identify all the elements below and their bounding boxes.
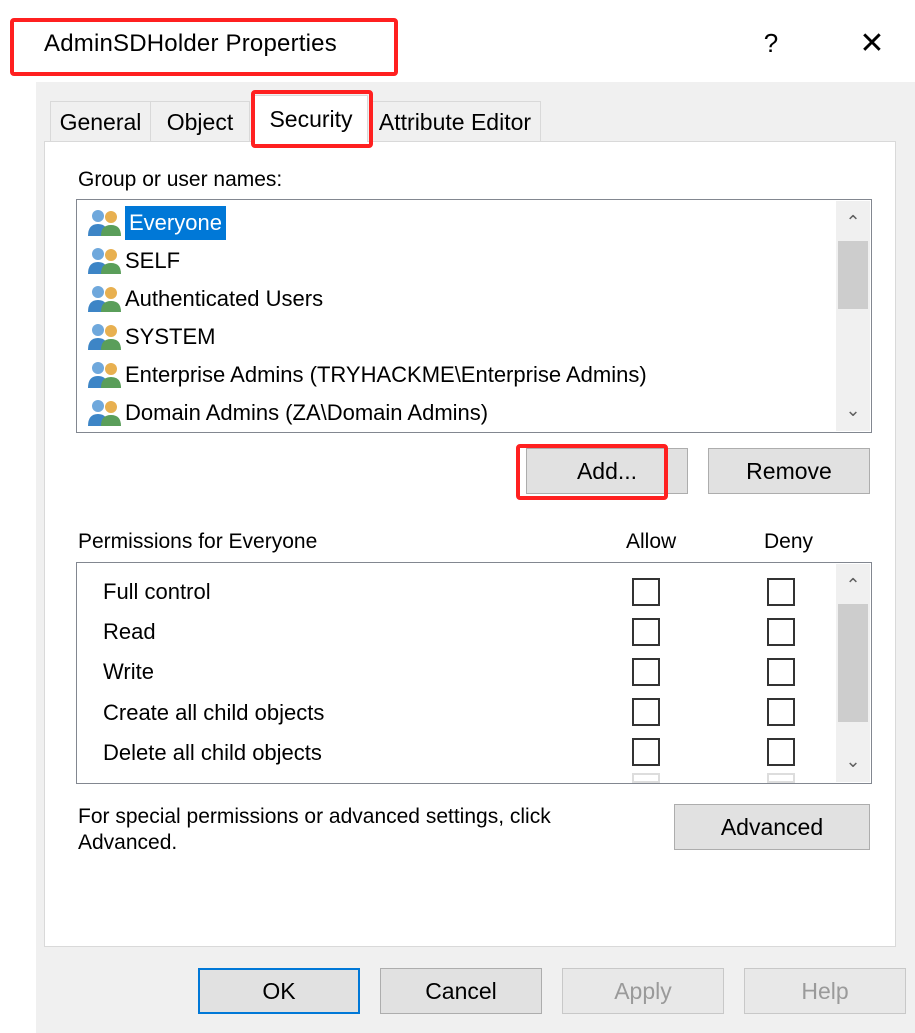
- permission-name: Write: [103, 659, 154, 684]
- allow-header: Allow: [626, 530, 677, 553]
- deny-header: Deny: [764, 530, 814, 553]
- allow-checkbox[interactable]: [632, 698, 660, 726]
- list-item[interactable]: Domain Admins (ZA\Domain Admins): [87, 396, 488, 430]
- permissions-label: Permissions for Everyone: [78, 530, 318, 553]
- deny-checkbox[interactable]: [767, 578, 795, 606]
- deny-checkbox[interactable]: [767, 698, 795, 726]
- user-list[interactable]: Everyone SELF Authenticated Users SYSTEM…: [76, 199, 872, 433]
- permissions-list[interactable]: Full control Read Write Create all child…: [76, 562, 872, 784]
- allow-checkbox[interactable]: [632, 738, 660, 766]
- list-item[interactable]: Everyone: [87, 206, 226, 240]
- scroll-up-icon[interactable]: ⌃: [836, 205, 870, 239]
- tab-attribute-editor[interactable]: Attribute Editor: [369, 101, 541, 142]
- user-name: SELF: [125, 248, 181, 273]
- user-name: Authenticated Users: [125, 286, 324, 311]
- user-list-scrollbar[interactable]: ⌃ ⌄: [836, 201, 870, 431]
- ok-button[interactable]: OK: [198, 968, 360, 1014]
- remove-button[interactable]: Remove: [708, 448, 870, 494]
- users-group-icon: [88, 400, 121, 426]
- deny-checkbox[interactable]: [767, 738, 795, 766]
- group-or-user-names-label: Group or user names:: [78, 168, 283, 191]
- users-group-icon: [88, 362, 121, 388]
- scroll-down-icon[interactable]: ⌄: [836, 393, 870, 427]
- advanced-button[interactable]: Advanced: [674, 804, 870, 850]
- apply-button[interactable]: Apply: [562, 968, 724, 1014]
- help-icon[interactable]: ?: [756, 28, 786, 59]
- list-item[interactable]: Authenticated Users: [87, 282, 323, 316]
- users-group-icon: [88, 324, 121, 350]
- users-group-icon: [88, 210, 121, 236]
- users-group-icon: [88, 286, 121, 312]
- permission-name: Delete all child objects: [103, 740, 322, 765]
- permissions-scrollbar[interactable]: ⌃ ⌄: [836, 564, 870, 782]
- tab-object[interactable]: Object: [150, 101, 250, 142]
- permission-name: Full control: [103, 579, 211, 604]
- advanced-hint-text: For special permissions or advanced sett…: [78, 805, 551, 854]
- deny-checkbox[interactable]: [767, 618, 795, 646]
- user-name: Everyone: [125, 206, 226, 240]
- user-name: Domain Admins (ZA\Domain Admins): [125, 400, 489, 425]
- list-item[interactable]: SYSTEM: [87, 320, 215, 354]
- deny-checkbox[interactable]: [767, 773, 795, 783]
- user-name: Enterprise Admins (TRYHACKME\Enterprise …: [125, 362, 647, 387]
- cancel-button[interactable]: Cancel: [380, 968, 542, 1014]
- deny-checkbox[interactable]: [767, 658, 795, 686]
- allow-checkbox[interactable]: [632, 618, 660, 646]
- add-button[interactable]: Add...: [526, 448, 688, 494]
- window-title: AdminSDHolder Properties: [44, 30, 337, 57]
- list-item[interactable]: SELF: [87, 244, 180, 278]
- scroll-up-icon[interactable]: ⌃: [836, 568, 870, 602]
- close-icon[interactable]: ✕: [852, 26, 892, 61]
- tab-general[interactable]: General: [50, 101, 151, 142]
- allow-checkbox[interactable]: [632, 578, 660, 606]
- tab-security[interactable]: Security: [254, 95, 368, 142]
- users-group-icon: [88, 248, 121, 274]
- allow-checkbox[interactable]: [632, 658, 660, 686]
- scroll-thumb[interactable]: [838, 241, 868, 309]
- permission-name: Create all child objects: [103, 700, 325, 725]
- user-name: SYSTEM: [125, 324, 216, 349]
- list-item[interactable]: Enterprise Admins (TRYHACKME\Enterprise …: [87, 358, 647, 392]
- permission-name: Read: [103, 619, 156, 644]
- allow-checkbox[interactable]: [632, 773, 660, 783]
- scroll-down-icon[interactable]: ⌄: [836, 744, 870, 778]
- help-button[interactable]: Help: [744, 968, 906, 1014]
- scroll-thumb[interactable]: [838, 604, 868, 722]
